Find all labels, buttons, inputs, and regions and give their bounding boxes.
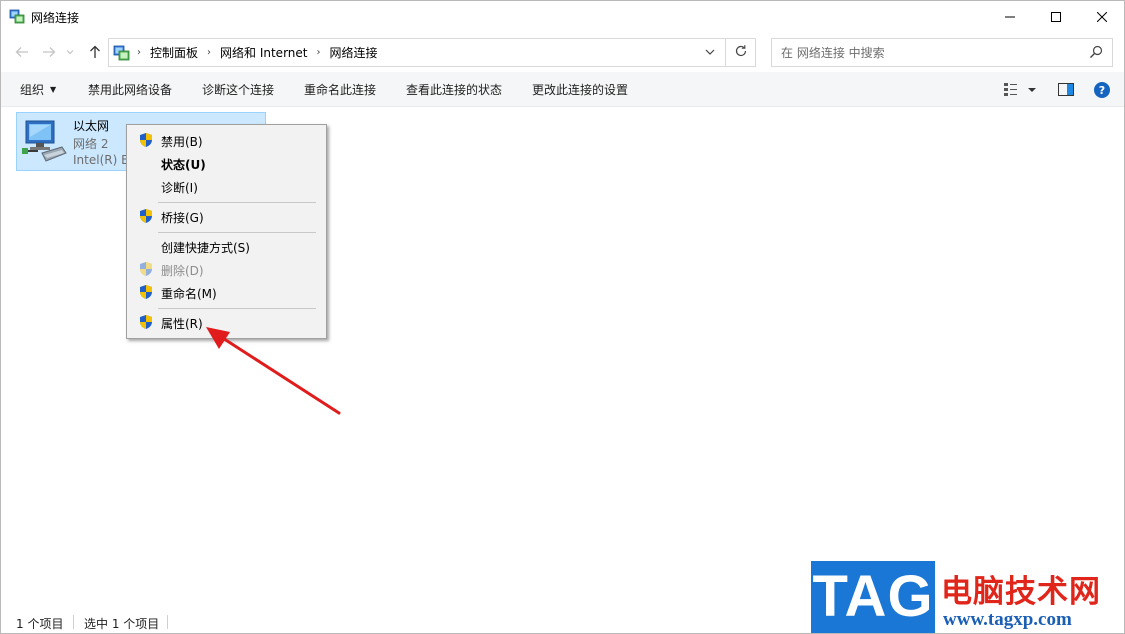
menu-label-bridge: 桥接(G) xyxy=(161,211,204,225)
navigation-bar: › 控制面板 › 网络和 Internet › 网络连接 xyxy=(1,32,1124,72)
help-button[interactable]: ? xyxy=(1093,81,1111,98)
organize-label: 组织 xyxy=(20,83,45,97)
refresh-icon xyxy=(735,45,747,57)
preview-pane-icon xyxy=(1058,83,1074,96)
connection-name: 以太网 xyxy=(73,119,110,133)
arrow-up-icon xyxy=(90,45,100,58)
menu-item-create-shortcut[interactable]: 创建快捷方式(S) xyxy=(129,235,324,257)
chevron-down-icon xyxy=(705,49,715,55)
breadcrumb-separator-icon[interactable]: › xyxy=(207,47,211,58)
refresh-button[interactable] xyxy=(733,44,749,60)
breadcrumb-control-panel[interactable]: 控制面板 xyxy=(150,44,198,61)
menu-separator xyxy=(158,232,316,233)
arrow-right-icon xyxy=(43,47,56,57)
address-bar[interactable]: › 控制面板 › 网络和 Internet › 网络连接 xyxy=(108,38,756,67)
menu-item-rename[interactable]: 重命名(M) xyxy=(129,281,324,303)
uac-shield-icon xyxy=(140,285,152,299)
chevron-down-icon xyxy=(66,50,74,55)
connection-adapter: Intel(R) E xyxy=(73,153,129,167)
menu-item-diagnose[interactable]: 诊断(I) xyxy=(129,175,324,197)
address-divider xyxy=(725,39,726,66)
menu-label-create-shortcut: 创建快捷方式(S) xyxy=(161,241,250,255)
view-options-button[interactable] xyxy=(1003,81,1037,98)
menu-separator xyxy=(158,308,316,309)
watermark-tag: TAG xyxy=(811,561,935,633)
search-icon[interactable] xyxy=(1089,45,1103,59)
item-count: 1 个项目 xyxy=(16,617,64,631)
uac-shield-icon xyxy=(140,209,152,223)
organize-menu-button[interactable]: 组织 ▼ xyxy=(20,72,56,107)
window-title: 网络连接 xyxy=(31,11,80,25)
close-icon xyxy=(1097,11,1107,22)
disable-device-label: 禁用此网络设备 xyxy=(88,83,173,97)
caret-down-icon: ▼ xyxy=(50,85,57,94)
status-divider xyxy=(73,615,74,629)
menu-item-disable[interactable]: 禁用(B) xyxy=(129,129,324,151)
menu-label-rename: 重命名(M) xyxy=(161,287,217,301)
disable-device-button[interactable]: 禁用此网络设备 xyxy=(88,72,172,107)
menu-label-disable: 禁用(B) xyxy=(161,135,203,149)
command-bar: 组织 ▼ 禁用此网络设备 诊断这个连接 重命名此连接 查看此连接的状态 更改此连… xyxy=(1,72,1124,107)
preview-pane-button[interactable] xyxy=(1057,81,1075,98)
connection-network: 网络 2 xyxy=(73,137,109,151)
up-button[interactable] xyxy=(85,42,105,62)
menu-separator xyxy=(158,202,316,203)
diagnose-connection-button[interactable]: 诊断这个连接 xyxy=(202,72,274,107)
back-button[interactable] xyxy=(12,42,32,62)
arrow-left-icon xyxy=(15,47,28,57)
menu-item-bridge[interactable]: 桥接(G) xyxy=(129,205,324,227)
maximize-icon xyxy=(1051,11,1061,22)
watermark-url: www.tagxp.com xyxy=(943,609,1072,630)
breadcrumb-separator-icon[interactable]: › xyxy=(316,47,320,58)
minimize-button[interactable] xyxy=(987,1,1033,32)
breadcrumb-network-internet[interactable]: 网络和 Internet xyxy=(220,44,307,61)
minimize-icon xyxy=(1005,16,1015,17)
close-button[interactable] xyxy=(1079,1,1125,32)
network-connections-window: 网络连接 › 控制面板 › 网络和 Internet › 网络连接 在 网络连接… xyxy=(0,0,1125,634)
status-divider xyxy=(167,615,168,629)
change-settings-button[interactable]: 更改此连接的设置 xyxy=(532,72,628,107)
search-input[interactable] xyxy=(772,39,1082,66)
view-details-icon xyxy=(1004,83,1036,96)
menu-label-delete: 删除(D) xyxy=(161,264,204,278)
forward-button[interactable] xyxy=(39,42,59,62)
uac-shield-icon xyxy=(140,315,152,329)
search-box[interactable] xyxy=(771,38,1113,67)
menu-item-delete[interactable]: 删除(D) xyxy=(129,258,324,280)
rename-connection-label: 重命名此连接 xyxy=(304,83,377,97)
menu-label-diagnose: 诊断(I) xyxy=(161,181,198,195)
recent-locations-button[interactable] xyxy=(63,42,77,62)
breadcrumb: › 控制面板 › 网络和 Internet › 网络连接 xyxy=(135,39,378,66)
network-connections-icon xyxy=(9,8,25,24)
uac-shield-icon xyxy=(140,133,152,147)
ethernet-adapter-icon xyxy=(20,117,68,165)
watermark-text-block: 电脑技术网 www.tagxp.com xyxy=(935,561,1122,633)
help-icon: ? xyxy=(1094,82,1110,98)
address-dropdown-button[interactable] xyxy=(703,45,717,59)
rename-connection-button[interactable]: 重命名此连接 xyxy=(304,72,376,107)
title-bar[interactable]: 网络连接 xyxy=(1,1,1124,32)
context-menu: 禁用(B) 状态(U) 诊断(I) 桥接(G) 创建快捷方式(S) 删除(D) … xyxy=(126,124,327,339)
view-status-button[interactable]: 查看此连接的状态 xyxy=(406,72,502,107)
watermark: TAG 电脑技术网 www.tagxp.com xyxy=(811,561,1122,633)
watermark-chinese: 电脑技术网 xyxy=(941,574,1101,610)
breadcrumb-network-connections[interactable]: 网络连接 xyxy=(329,44,377,61)
uac-shield-icon xyxy=(140,262,152,276)
svg-text:?: ? xyxy=(1099,84,1105,97)
control-panel-network-icon xyxy=(113,44,130,61)
menu-label-status: 状态(U) xyxy=(161,158,206,172)
diagnose-connection-label: 诊断这个连接 xyxy=(202,83,275,97)
menu-item-status[interactable]: 状态(U) xyxy=(129,152,324,174)
maximize-button[interactable] xyxy=(1033,1,1079,32)
breadcrumb-separator-icon[interactable]: › xyxy=(137,47,141,58)
red-annotation-arrow-icon xyxy=(206,327,341,415)
view-status-label: 查看此连接的状态 xyxy=(406,83,503,97)
change-settings-label: 更改此连接的设置 xyxy=(532,83,629,97)
selected-count: 选中 1 个项目 xyxy=(84,617,160,631)
